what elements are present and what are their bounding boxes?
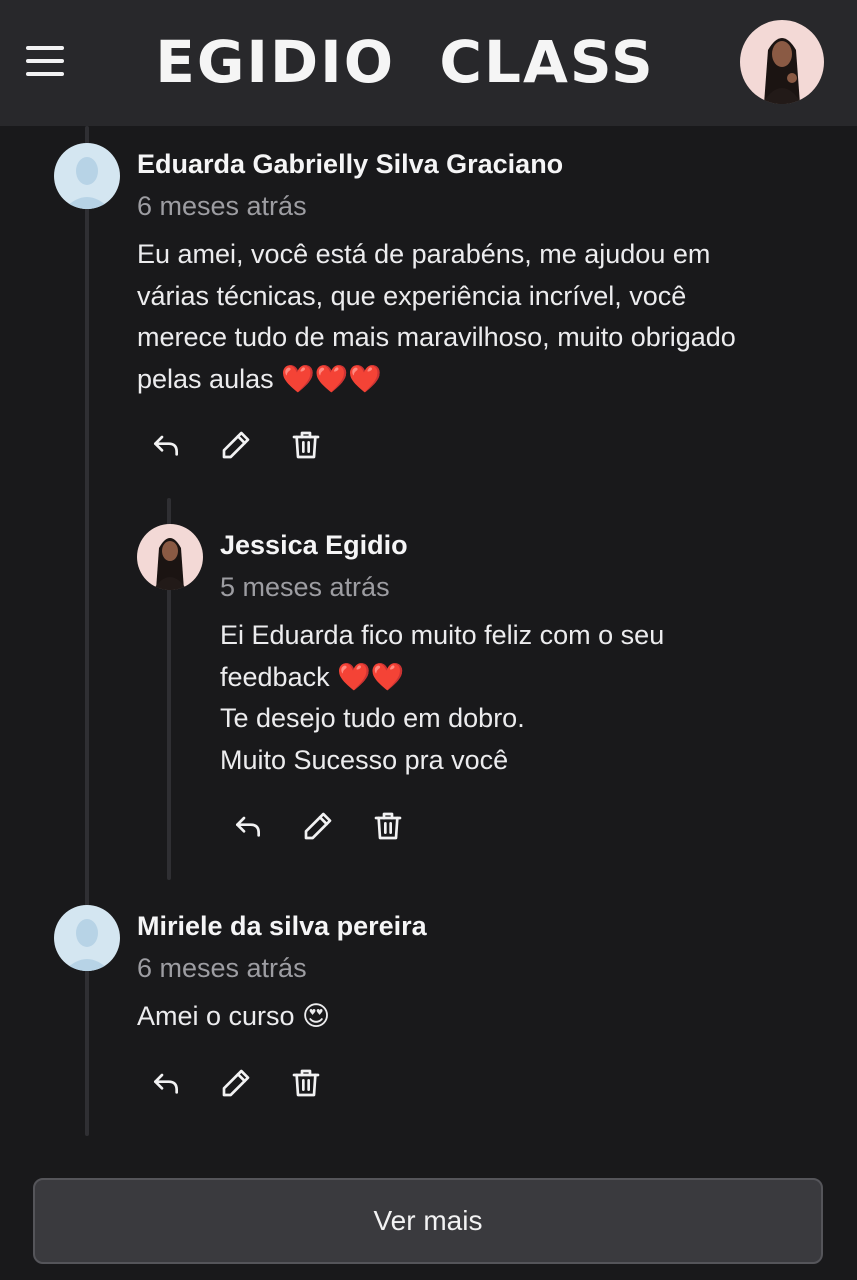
reply-icon [154,1073,178,1094]
edit-button[interactable] [298,806,338,846]
delete-button[interactable] [286,425,326,465]
comment-time: 5 meses atrás [220,572,390,602]
reply-button[interactable] [146,1063,186,1103]
comment-text-line: Ei Eduarda fico muito feliz com o seu [220,620,665,650]
pencil-icon [222,431,250,459]
comment-author[interactable]: Miriele da silva pereira [137,910,427,942]
comment-text: Amei o curso 😍 [137,996,330,1038]
comment-text-line: feedback ❤️❤️ [220,661,405,692]
edit-button[interactable] [216,425,256,465]
trash-icon [292,1069,320,1097]
comment-text-line: Amei o curso 😍 [137,1001,331,1031]
comment-author[interactable]: Eduarda Gabrielly Silva Graciano [137,148,563,180]
comment-text: Eu amei, você está de parabéns, me ajudo… [137,234,736,400]
pencil-icon [304,812,332,840]
trash-icon [292,431,320,459]
comment-text-line: Te desejo tudo em dobro. [220,703,525,733]
comment-text-line: Muito Sucesso pra você [220,744,509,775]
profile-avatar[interactable] [740,20,824,104]
trash-icon [374,812,402,840]
comment-author[interactable]: Jessica Egidio [220,529,408,561]
edit-button[interactable] [216,1063,256,1103]
load-more-button[interactable]: Ver mais [33,1178,823,1264]
comment-text-line: merece tudo de mais maravilhoso, muito o… [137,322,736,352]
reply-button[interactable] [146,425,186,465]
reply-button[interactable] [228,806,268,846]
reply-icon [154,435,178,456]
reply-author-avatar [137,524,203,590]
app-logo: EGIDIO CLASS [155,28,655,96]
pencil-icon [222,1069,250,1097]
hamburger-menu-icon[interactable] [26,46,64,78]
delete-button[interactable] [286,1063,326,1103]
thread-line [85,126,89,1136]
reply-icon [236,816,260,837]
default-avatar-icon [54,143,120,209]
comment-time: 6 meses atrás [137,191,307,221]
comment-text-line: Eu amei, você está de parabéns, me ajudo… [137,239,711,269]
comment-text-line: várias técnicas, que experiência incríve… [137,280,687,311]
delete-button[interactable] [368,806,408,846]
comment-text-line: pelas aulas ❤️❤️❤️ [137,363,382,394]
comment-text: Ei Eduarda fico muito feliz com o seu fe… [220,615,664,781]
comment-time: 6 meses atrás [137,953,307,983]
app-header: EGIDIO CLASS [0,0,857,126]
default-avatar-icon [54,905,120,971]
